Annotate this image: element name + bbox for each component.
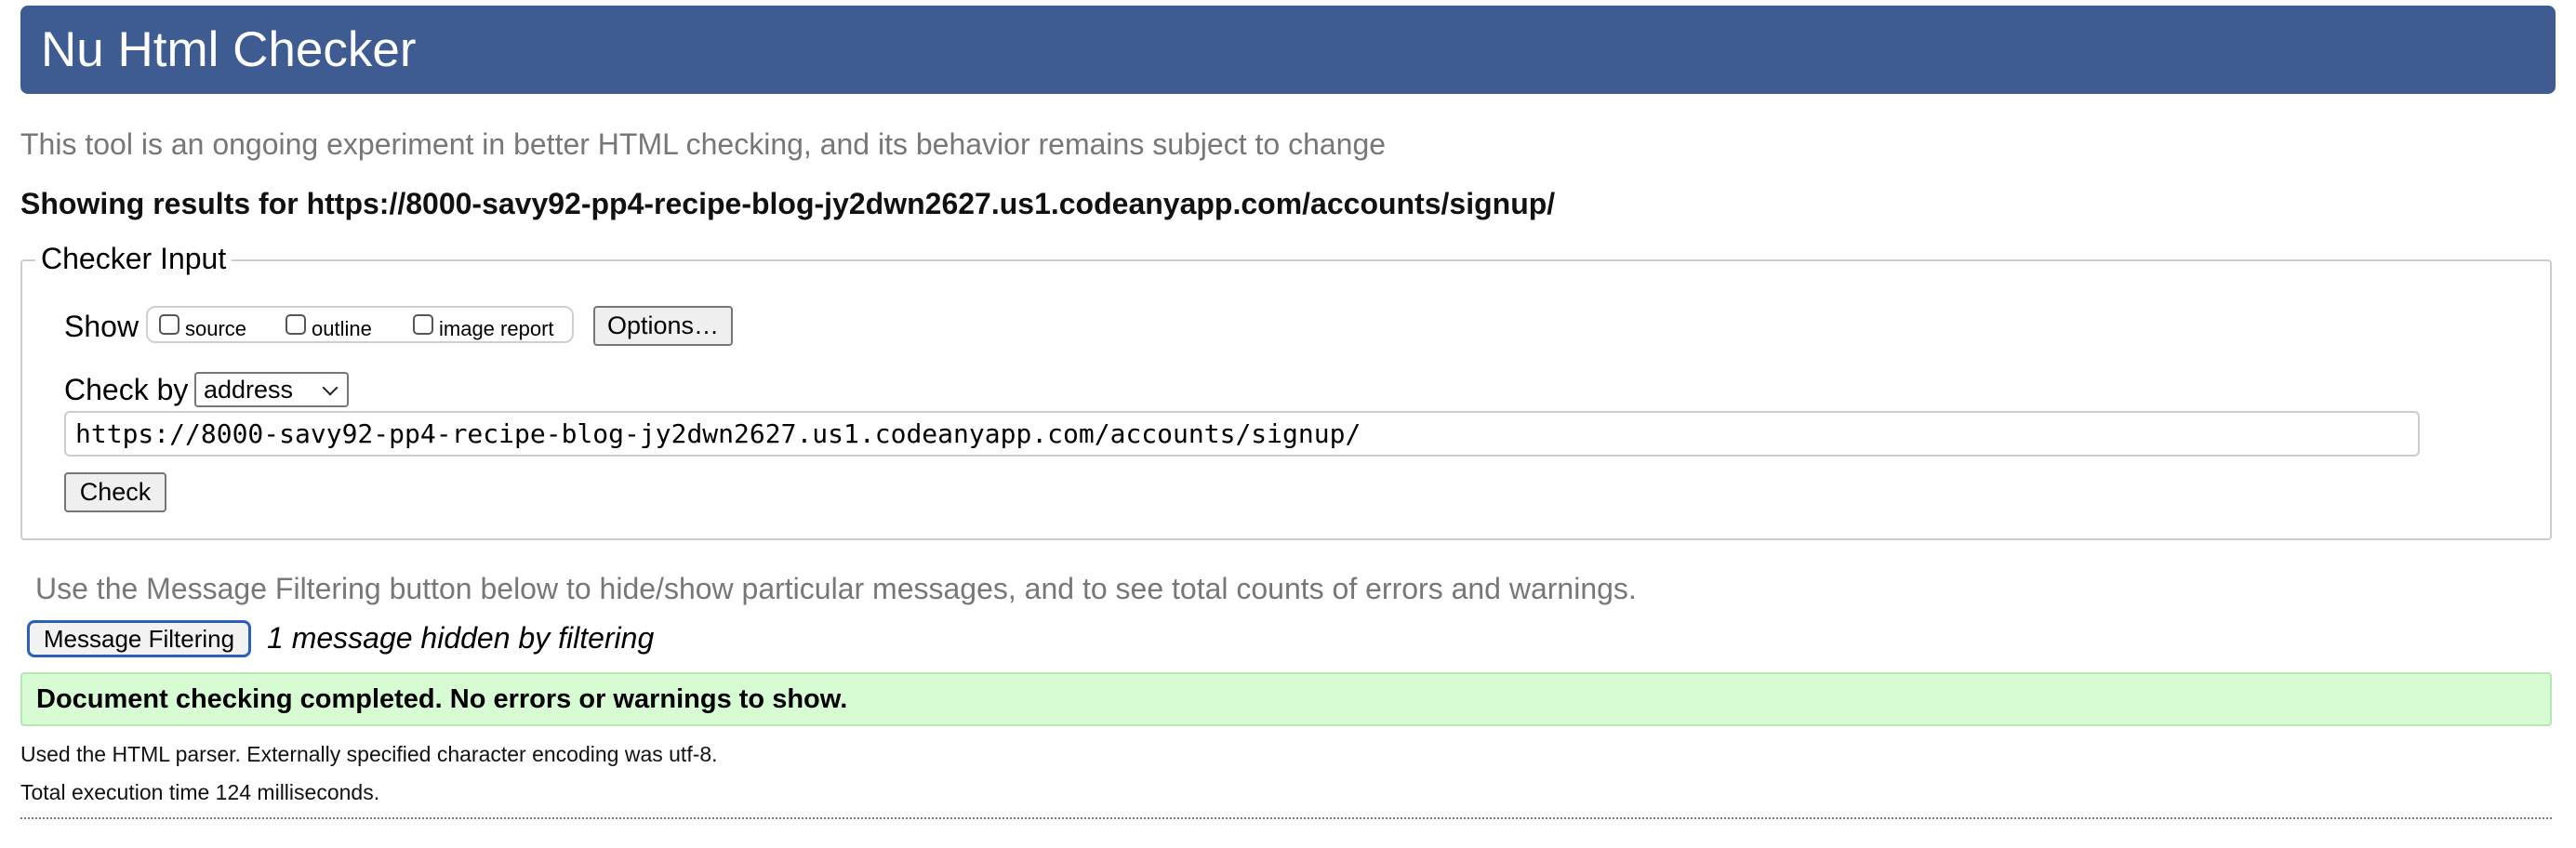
results-heading: Showing results for https://8000-savy92-… [20,187,1556,220]
hidden-messages-note: 1 message hidden by filtering [267,621,655,655]
parser-info: Used the HTML parser. Externally specifi… [20,742,718,766]
options-button[interactable]: Options… [593,306,733,346]
checker-input-fieldset [20,259,2552,540]
outline-checkbox-label[interactable]: outline [312,319,372,339]
page-header: Nu Html Checker [20,6,2556,94]
filtering-note: Use the Message Filtering button below t… [35,572,1637,605]
image-report-checkbox-label[interactable]: image report [439,319,554,339]
check-by-label: Check by [64,373,189,406]
source-checkbox-label[interactable]: source [185,319,246,339]
page-title: Nu Html Checker [41,22,417,77]
checker-input-legend: Checker Input [35,244,232,273]
check-by-select[interactable]: address [194,372,349,407]
image-report-checkbox[interactable] [413,314,433,335]
success-message-box: Document checking completed. No errors o… [20,672,2552,726]
check-by-selected-value: address [204,376,294,404]
tool-description: This tool is an ongoing experiment in be… [20,127,1387,161]
execution-time: Total execution time 124 milliseconds. [20,780,380,804]
show-options-group: source outline image report [146,306,574,343]
source-checkbox[interactable] [159,314,179,335]
message-filtering-button[interactable]: Message Filtering [27,620,251,657]
chevron-down-icon [322,379,339,396]
show-label: Show [64,310,139,343]
success-message: Document checking completed. No errors o… [36,684,848,714]
dotted-divider [20,817,2552,819]
check-button[interactable]: Check [64,472,166,512]
url-input[interactable]: https://8000-savy92-pp4-recipe-blog-jy2d… [64,411,2420,457]
outline-checkbox[interactable] [285,314,306,335]
